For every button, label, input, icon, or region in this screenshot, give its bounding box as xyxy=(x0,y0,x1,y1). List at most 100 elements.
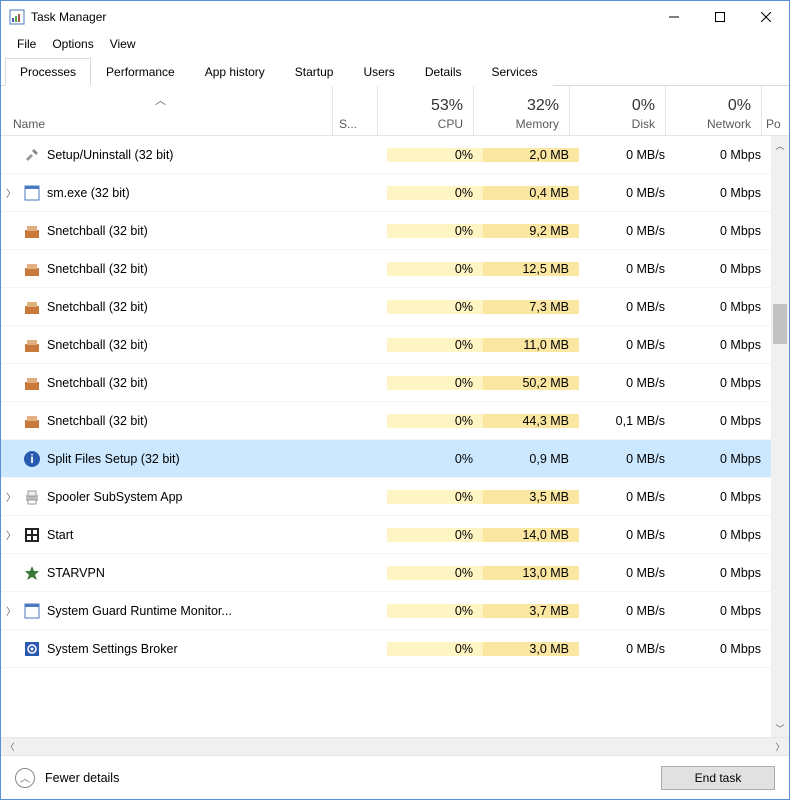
vertical-scrollbar[interactable]: ︿ ﹀ xyxy=(771,136,789,737)
cpu-cell: 0% xyxy=(387,452,483,466)
menu-options[interactable]: Options xyxy=(44,35,101,53)
memory-cell: 0,9 MB xyxy=(483,452,579,466)
tab-app-history[interactable]: App history xyxy=(190,58,280,86)
network-cell: 0 Mbps xyxy=(675,452,771,466)
menu-file[interactable]: File xyxy=(9,35,44,53)
cpu-cell: 0% xyxy=(387,186,483,200)
process-name: System Guard Runtime Monitor... xyxy=(47,604,232,618)
process-icon xyxy=(23,260,41,278)
table-row[interactable]: System Settings Broker 0%3,0 MB0 MB/s0 Mb… xyxy=(1,630,771,668)
process-icon xyxy=(23,336,41,354)
disk-cell: 0 MB/s xyxy=(579,376,675,390)
table-row[interactable]: 〉System Guard Runtime Monitor...0%3,7 MB… xyxy=(1,592,771,630)
network-cell: 0 Mbps xyxy=(675,642,771,656)
table-row[interactable]: 〉Start0%14,0 MB0 MB/s0 Mbps xyxy=(1,516,771,554)
process-icon xyxy=(23,374,41,392)
table-row[interactable]: Snetchball (32 bit)0%44,3 MB0,1 MB/s0 Mb… xyxy=(1,402,771,440)
network-cell: 0 Mbps xyxy=(675,528,771,542)
network-cell: 0 Mbps xyxy=(675,490,771,504)
scroll-up-arrow-icon[interactable]: ︿ xyxy=(771,136,789,154)
expand-chevron-icon[interactable]: 〉 xyxy=(1,489,21,504)
table-row[interactable]: Snetchball (32 bit)0%12,5 MB0 MB/s0 Mbps xyxy=(1,250,771,288)
process-name: Snetchball (32 bit) xyxy=(47,300,148,314)
table-row[interactable]: Setup/Uninstall (32 bit)0%2,0 MB0 MB/s0 … xyxy=(1,136,771,174)
disk-cell: 0 MB/s xyxy=(579,300,675,314)
expand-chevron-icon[interactable]: 〉 xyxy=(1,527,21,542)
close-button[interactable] xyxy=(743,1,789,33)
header-cpu[interactable]: 53%CPU xyxy=(377,86,473,135)
table-row[interactable]: Snetchball (32 bit)0%9,2 MB0 MB/s0 Mbps xyxy=(1,212,771,250)
memory-cell: 3,0 MB xyxy=(483,642,579,656)
memory-cell: 44,3 MB xyxy=(483,414,579,428)
process-name: Snetchball (32 bit) xyxy=(47,376,148,390)
process-icon xyxy=(23,146,41,164)
fewer-details-toggle[interactable]: ︿ Fewer details xyxy=(15,768,661,788)
column-headers: ︿ Name S... 53%CPU 32%Memory 0%Disk 0%Ne… xyxy=(1,86,789,136)
tab-startup[interactable]: Startup xyxy=(280,58,349,86)
memory-cell: 2,0 MB xyxy=(483,148,579,162)
expand-chevron-icon[interactable]: 〉 xyxy=(1,603,21,618)
cpu-cell: 0% xyxy=(387,490,483,504)
app-icon xyxy=(9,9,25,25)
disk-cell: 0 MB/s xyxy=(579,528,675,542)
header-network[interactable]: 0%Network xyxy=(665,86,761,135)
header-status[interactable]: S... xyxy=(332,86,377,135)
memory-cell: 3,5 MB xyxy=(483,490,579,504)
memory-cell: 0,4 MB xyxy=(483,186,579,200)
scroll-thumb[interactable] xyxy=(773,304,787,344)
cpu-cell: 0% xyxy=(387,604,483,618)
tab-performance[interactable]: Performance xyxy=(91,58,190,86)
scroll-right-arrow-icon[interactable]: 〉 xyxy=(771,738,789,755)
tab-services[interactable]: Services xyxy=(477,58,553,86)
scroll-left-arrow-icon[interactable]: 〈 xyxy=(1,738,19,755)
cpu-cell: 0% xyxy=(387,528,483,542)
maximize-button[interactable] xyxy=(697,1,743,33)
horizontal-scrollbar[interactable]: 〈 〉 xyxy=(1,737,789,755)
menubar: File Options View xyxy=(1,33,789,55)
table-row[interactable]: iSplit Files Setup (32 bit)0%0,9 MB0 MB/… xyxy=(1,440,771,478)
header-memory[interactable]: 32%Memory xyxy=(473,86,569,135)
process-name: sm.exe (32 bit) xyxy=(47,186,130,200)
table-row[interactable]: 〉sm.exe (32 bit)0%0,4 MB0 MB/s0 Mbps xyxy=(1,174,771,212)
tab-processes[interactable]: Processes xyxy=(5,58,91,86)
scroll-down-arrow-icon[interactable]: ﹀ xyxy=(771,719,789,737)
tab-details[interactable]: Details xyxy=(410,58,477,86)
network-cell: 0 Mbps xyxy=(675,338,771,352)
disk-cell: 0 MB/s xyxy=(579,490,675,504)
minimize-button[interactable] xyxy=(651,1,697,33)
process-name: System Settings Broker xyxy=(47,642,178,656)
header-power[interactable]: Po xyxy=(761,86,789,135)
process-name: Setup/Uninstall (32 bit) xyxy=(47,148,173,162)
header-name[interactable]: ︿ Name xyxy=(1,86,332,135)
disk-cell: 0 MB/s xyxy=(579,642,675,656)
disk-cell: 0 MB/s xyxy=(579,338,675,352)
process-name: Spooler SubSystem App xyxy=(47,490,183,504)
tab-users[interactable]: Users xyxy=(348,58,409,86)
table-row[interactable]: STARVPN0%13,0 MB0 MB/s0 Mbps xyxy=(1,554,771,592)
header-name-label: Name xyxy=(13,117,320,131)
collapse-icon: ︿ xyxy=(15,768,35,788)
table-row[interactable]: Snetchball (32 bit)0%50,2 MB0 MB/s0 Mbps xyxy=(1,364,771,402)
table-row[interactable]: 〉 Spooler SubSystem App 0%3,5 MB0 MB/s0 Mb… xyxy=(1,478,771,516)
memory-cell: 9,2 MB xyxy=(483,224,579,238)
process-name: STARVPN xyxy=(47,566,105,580)
process-name: Snetchball (32 bit) xyxy=(47,262,148,276)
cpu-cell: 0% xyxy=(387,262,483,276)
process-icon xyxy=(23,184,41,202)
cpu-cell: 0% xyxy=(387,642,483,656)
table-row[interactable]: Snetchball (32 bit)0%7,3 MB0 MB/s0 Mbps xyxy=(1,288,771,326)
process-icon xyxy=(23,640,41,658)
process-name: Start xyxy=(47,528,73,542)
end-task-button[interactable]: End task xyxy=(661,766,775,790)
task-manager-window: Task Manager File Options View Processes… xyxy=(0,0,790,800)
menu-view[interactable]: View xyxy=(102,35,144,53)
table-row[interactable]: Snetchball (32 bit)0%11,0 MB0 MB/s0 Mbps xyxy=(1,326,771,364)
expand-chevron-icon[interactable]: 〉 xyxy=(1,185,21,200)
process-icon xyxy=(23,222,41,240)
memory-cell: 7,3 MB xyxy=(483,300,579,314)
disk-cell: 0 MB/s xyxy=(579,452,675,466)
network-cell: 0 Mbps xyxy=(675,300,771,314)
disk-cell: 0 MB/s xyxy=(579,186,675,200)
header-disk[interactable]: 0%Disk xyxy=(569,86,665,135)
process-list[interactable]: Setup/Uninstall (32 bit)0%2,0 MB0 MB/s0 … xyxy=(1,136,771,737)
